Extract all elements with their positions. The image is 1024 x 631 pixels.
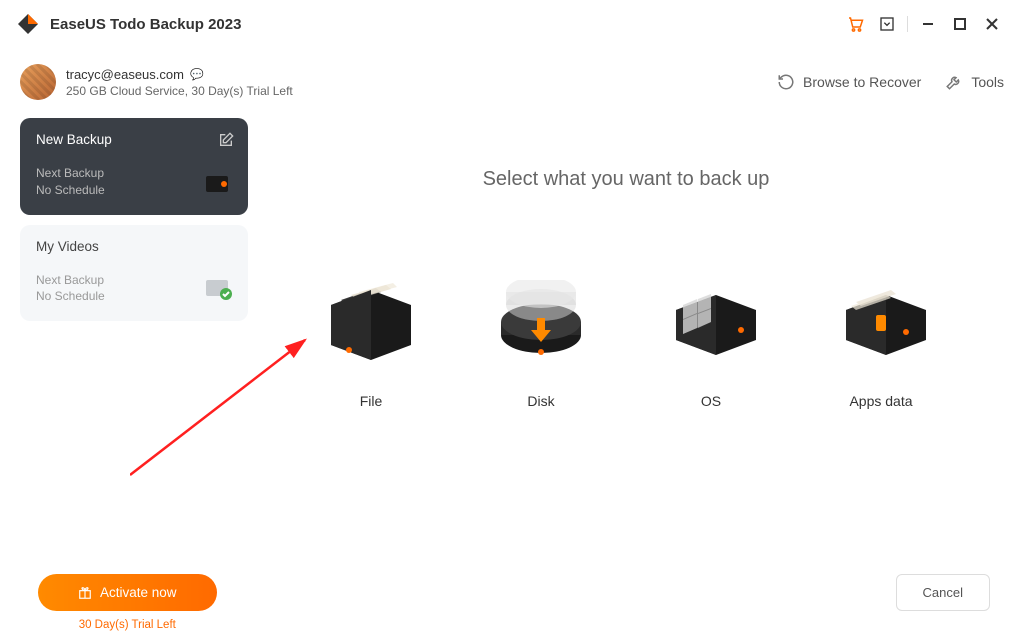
disk-icon (486, 275, 596, 375)
edit-icon[interactable] (218, 132, 234, 153)
main-panel: Select what you want to back up File (248, 118, 1004, 409)
main-heading: Select what you want to back up (483, 168, 770, 191)
cancel-button[interactable]: Cancel (896, 574, 990, 611)
backup-complete-icon (204, 276, 234, 307)
refresh-icon (777, 73, 795, 91)
trial-left-label: 30 Day(s) Trial Left (79, 619, 176, 631)
os-icon (656, 275, 766, 375)
message-icon[interactable]: 💬 (190, 68, 204, 81)
user-email: tracyc@easeus.com (66, 67, 184, 82)
maximize-button[interactable] (944, 8, 976, 40)
cart-icon[interactable] (839, 8, 871, 40)
divider (907, 16, 908, 32)
sidebar-card-new-backup[interactable]: New Backup Next Backup No Schedule (20, 118, 248, 215)
card-line2: No Schedule (36, 288, 232, 305)
wrench-icon (945, 73, 963, 91)
card-line1: Next Backup (36, 272, 232, 289)
activate-label: Activate now (100, 585, 177, 600)
user-info: tracyc@easeus.com 💬 250 GB Cloud Service… (66, 67, 293, 98)
tools-label: Tools (971, 74, 1004, 90)
dropdown-menu-icon[interactable] (871, 8, 903, 40)
option-apps-data[interactable]: Apps data (796, 275, 966, 409)
tools-button[interactable]: Tools (945, 73, 1004, 91)
close-button[interactable] (976, 8, 1008, 40)
browse-recover-label: Browse to Recover (803, 74, 921, 90)
card-title: My Videos (36, 239, 232, 254)
option-label: OS (701, 393, 721, 409)
gift-icon (78, 586, 92, 600)
file-icon (316, 275, 426, 375)
card-line1: Next Backup (36, 165, 232, 182)
titlebar: EaseUS Todo Backup 2023 (0, 0, 1024, 48)
user-status: 250 GB Cloud Service, 30 Day(s) Trial Le… (66, 84, 293, 98)
option-label: Disk (527, 393, 554, 409)
body: New Backup Next Backup No Schedule My Vi… (0, 118, 1024, 409)
apps-data-icon (826, 275, 936, 375)
option-label: Apps data (849, 393, 912, 409)
footer: Activate now 30 Day(s) Trial Left Cancel (0, 574, 1024, 611)
option-file[interactable]: File (286, 275, 456, 409)
activate-now-button[interactable]: Activate now (38, 574, 217, 611)
option-os[interactable]: OS (626, 275, 796, 409)
option-disk[interactable]: Disk (456, 275, 626, 409)
app-title: EaseUS Todo Backup 2023 (50, 16, 241, 33)
header-row: tracyc@easeus.com 💬 250 GB Cloud Service… (0, 48, 1024, 118)
minimize-button[interactable] (912, 8, 944, 40)
backup-device-icon (204, 172, 234, 201)
sidebar-card-my-videos[interactable]: My Videos Next Backup No Schedule (20, 225, 248, 322)
backup-options: File Disk (248, 275, 1004, 409)
option-label: File (360, 393, 383, 409)
app-logo-icon (16, 12, 40, 36)
avatar[interactable] (20, 64, 56, 100)
card-line2: No Schedule (36, 182, 232, 199)
browse-to-recover-button[interactable]: Browse to Recover (777, 73, 921, 91)
sidebar: New Backup Next Backup No Schedule My Vi… (20, 118, 248, 409)
card-title: New Backup (36, 132, 232, 147)
